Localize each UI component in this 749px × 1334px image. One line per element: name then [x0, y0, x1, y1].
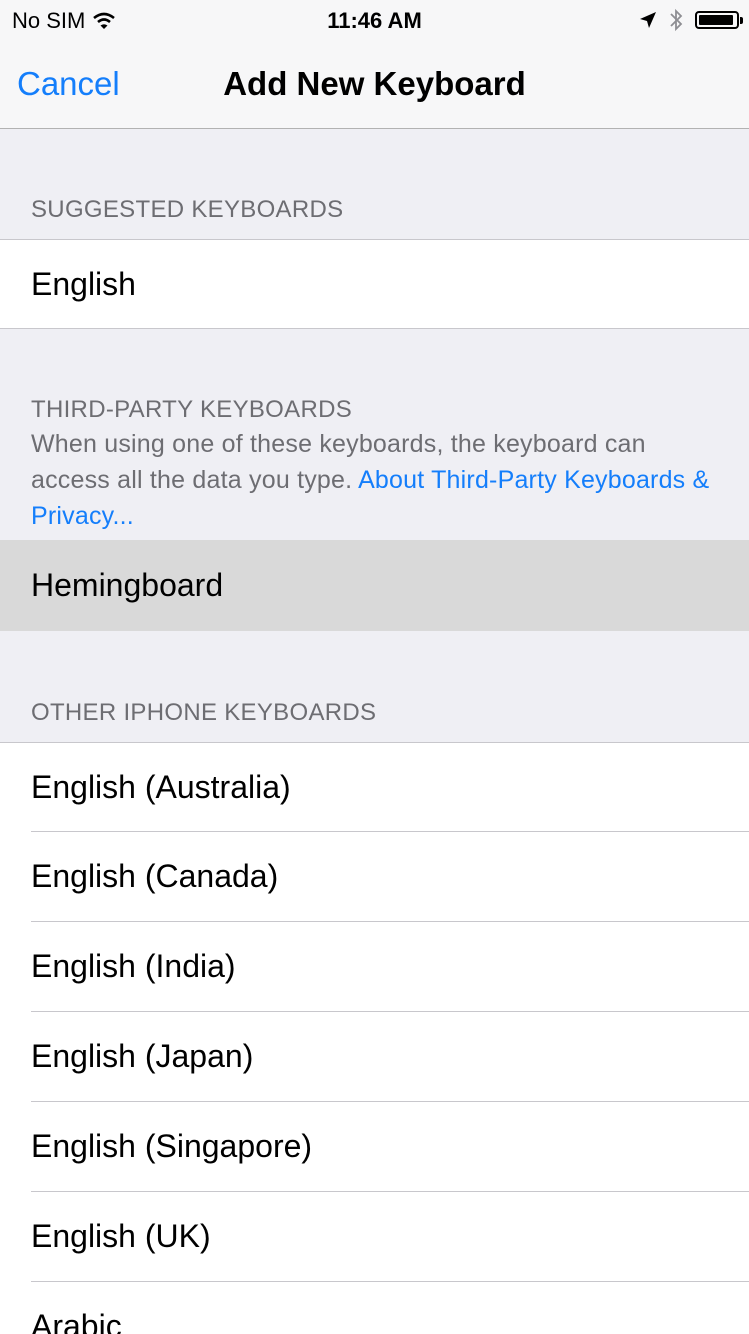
navigation-bar: Cancel Add New Keyboard [0, 40, 749, 129]
third-party-description: When using one of these keyboards, the k… [31, 426, 721, 534]
keyboard-row-label: Arabic [31, 1308, 122, 1334]
keyboard-row-label: English [31, 266, 136, 302]
battery-icon [695, 11, 743, 29]
keyboard-row-label: English (Australia) [31, 769, 291, 805]
keyboard-row-label: English (Canada) [31, 858, 279, 894]
keyboard-row-english-canada[interactable]: English (Canada) [0, 832, 749, 922]
keyboard-row-english-australia[interactable]: English (Australia) [0, 742, 749, 832]
keyboard-row-label: English (UK) [31, 1218, 211, 1254]
keyboard-row-english-singapore[interactable]: English (Singapore) [0, 1102, 749, 1192]
status-right [639, 8, 743, 32]
keyboard-row-arabic[interactable]: Arabic [0, 1282, 749, 1334]
bluetooth-icon [670, 8, 683, 32]
keyboard-row-label: English (Japan) [31, 1038, 254, 1074]
section-header-third-party: THIRD-PARTY KEYBOARDS [31, 396, 353, 423]
keyboard-row-english-uk[interactable]: English (UK) [0, 1192, 749, 1282]
keyboard-row-english[interactable]: English [0, 239, 749, 329]
status-bar: No SIM 11:46 AM [0, 0, 749, 40]
keyboard-row-label: English (Singapore) [31, 1128, 313, 1164]
keyboard-row-label: English (India) [31, 948, 236, 984]
section-header-other: OTHER IPHONE KEYBOARDS [31, 699, 377, 726]
status-time: 11:46 AM [327, 8, 422, 33]
keyboard-row-label: Hemingboard [31, 567, 224, 603]
section-header-suggested: SUGGESTED KEYBOARDS [31, 196, 344, 223]
location-arrow-icon [640, 12, 656, 28]
keyboard-row-english-india[interactable]: English (India) [0, 922, 749, 1012]
keyboard-row-english-japan[interactable]: English (Japan) [0, 1012, 749, 1102]
battery-fill [699, 15, 734, 25]
page-title: Add New Keyboard [223, 65, 526, 102]
keyboard-row-hemingboard[interactable]: Hemingboard [0, 540, 749, 631]
